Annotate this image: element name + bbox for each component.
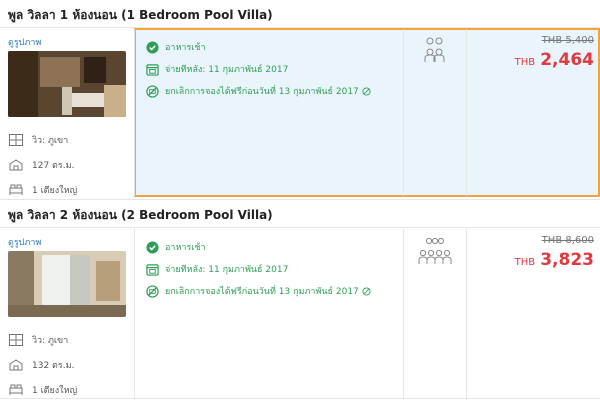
room-card-2: พูล วิลลา 2 ห้องนอน (2 Bedroom Pool Vill… <box>0 200 600 400</box>
pay-later-text: จ่ายทีหลัง: 11 กุมภาพันธ์ 2017 <box>165 65 289 75</box>
area-icon <box>8 358 24 372</box>
size-text: 127 ตร.ม. <box>32 161 75 171</box>
discounted-price: THB 3,823 <box>467 250 594 270</box>
room-photo[interactable] <box>8 51 126 117</box>
price-box[interactable]: THB 8,600 THB 3,823 <box>467 229 600 400</box>
benefit-free-cancel: ยกเลิกการจองได้ฟรีก่อนวันที่ 13 กุมภาพัน… <box>145 281 395 301</box>
price-amount: 2,464 <box>540 50 594 70</box>
free-cancel-text: ยกเลิกการจองได้ฟรีก่อนวันที่ 13 กุมภาพัน… <box>165 287 359 297</box>
occupancy <box>403 29 467 196</box>
benefits: อาหารเช้า จ่ายทีหลัง: 11 กุมภาพันธ์ 2017… <box>135 229 403 400</box>
size-text: 132 ตร.ม. <box>32 361 75 371</box>
bed-text: 1 เตียงใหญ่ <box>32 386 78 396</box>
pay-later-text: จ่ายทีหลัง: 11 กุมภาพันธ์ 2017 <box>165 265 289 275</box>
person-icon <box>418 237 452 400</box>
money-icon <box>362 86 371 96</box>
view-icon <box>8 333 24 347</box>
no-card-icon <box>145 84 159 98</box>
price-amount: 3,823 <box>540 250 594 270</box>
room-info: ดูรูปภาพ วิว: ภูเขา 132 ตร.ม. 1 เตียงใหญ… <box>0 229 135 400</box>
view-text: วิว: ภูเขา <box>32 336 69 346</box>
breakfast-text: อาหารเช้า <box>165 243 206 253</box>
view-row: วิว: ภูเขา <box>8 129 126 151</box>
benefit-breakfast: อาหารเช้า <box>145 237 395 257</box>
free-cancel-text: ยกเลิกการจองได้ฟรีก่อนวันที่ 13 กุมภาพัน… <box>165 87 359 97</box>
view-text: วิว: ภูเขา <box>32 136 69 146</box>
breakfast-text: อาหารเช้า <box>165 43 206 53</box>
calendar-icon <box>145 262 159 276</box>
original-price: THB 5,400 <box>541 35 594 46</box>
currency: THB <box>514 257 536 268</box>
bed-row: 1 เตียงใหญ่ <box>8 179 126 201</box>
size-row: 132 ตร.ม. <box>8 354 126 376</box>
room-info: ดูรูปภาพ วิว: ภูเขา 127 ตร.ม. 1 เตียงใหญ… <box>0 29 135 196</box>
area-icon <box>8 158 24 172</box>
occupancy <box>403 229 467 400</box>
bed-icon <box>8 183 24 197</box>
divider <box>0 199 600 200</box>
photos-link[interactable]: ดูรูปภาพ <box>8 235 126 249</box>
room-card-1: พูล วิลลา 1 ห้องนอน (1 Bedroom Pool Vill… <box>0 0 600 200</box>
no-card-icon <box>145 284 159 298</box>
benefits: อาหารเช้า จ่ายทีหลัง: 11 กุมภาพันธ์ 2017… <box>135 29 403 196</box>
calendar-icon <box>145 62 159 76</box>
check-circle-icon <box>145 240 159 254</box>
original-price: THB 8,600 <box>541 235 594 246</box>
bed-icon <box>8 383 24 397</box>
view-icon <box>8 133 24 147</box>
currency: THB <box>514 57 536 68</box>
room-title[interactable]: พูล วิลลา 2 ห้องนอน (2 Bedroom Pool Vill… <box>0 200 600 228</box>
divider <box>0 398 600 399</box>
room-photo[interactable] <box>8 251 126 317</box>
check-circle-icon <box>145 40 159 54</box>
benefit-free-cancel: ยกเลิกการจองได้ฟรีก่อนวันที่ 13 กุมภาพัน… <box>145 81 395 101</box>
photos-link[interactable]: ดูรูปภาพ <box>8 35 126 49</box>
person-icon <box>424 37 446 196</box>
view-row: วิว: ภูเขา <box>8 329 126 351</box>
room-title[interactable]: พูล วิลลา 1 ห้องนอน (1 Bedroom Pool Vill… <box>0 0 600 28</box>
benefit-pay-later: จ่ายทีหลัง: 11 กุมภาพันธ์ 2017 <box>145 59 395 79</box>
benefit-pay-later: จ่ายทีหลัง: 11 กุมภาพันธ์ 2017 <box>145 259 395 279</box>
benefit-breakfast: อาหารเช้า <box>145 37 395 57</box>
money-icon <box>362 286 371 296</box>
discounted-price: THB 2,464 <box>467 50 594 70</box>
size-row: 127 ตร.ม. <box>8 154 126 176</box>
price-box[interactable]: THB 5,400 THB 2,464 <box>467 29 600 196</box>
bed-text: 1 เตียงใหญ่ <box>32 186 78 196</box>
